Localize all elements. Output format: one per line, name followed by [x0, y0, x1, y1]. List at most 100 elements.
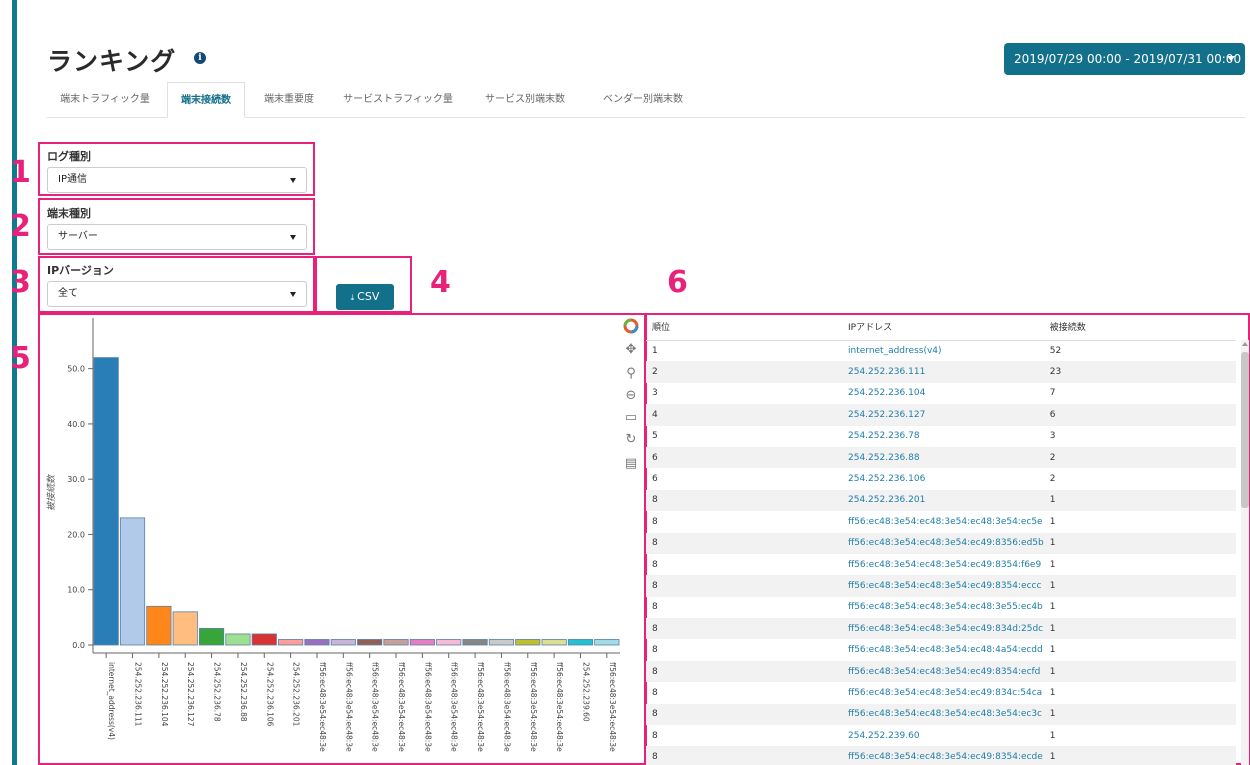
download-icon: ⤓: [350, 293, 355, 302]
table-row[interactable]: 8 ff56:ec48:3e54:ec48:3e54:ec48:3e54:ec3c…: [646, 703, 1236, 726]
tab-service-device-count[interactable]: サービス別端末数: [469, 82, 581, 118]
ip-cell[interactable]: 254.252.236.106: [842, 468, 1044, 489]
wheel-zoom-icon[interactable]: ⊖: [623, 388, 639, 404]
zoom-icon[interactable]: ⚲: [623, 366, 639, 382]
ip-cell[interactable]: ff56:ec48:3e54:ec48:3e54:ec48:3e54:ec5e: [842, 511, 1044, 532]
table-row[interactable]: 8 ff56:ec48:3e54:ec48:3e54:ec48:4a54:ecdd…: [646, 639, 1236, 660]
bar: [146, 605, 172, 646]
table-row[interactable]: 6 254.252.236.106 2: [646, 468, 1236, 489]
ip-cell[interactable]: internet_address(v4): [842, 340, 1044, 361]
table-scrollbar-thumb[interactable]: [1241, 352, 1249, 508]
table-row[interactable]: 5 254.252.236.78 3: [646, 426, 1236, 447]
log-type-select[interactable]: IP通信: [47, 167, 307, 193]
table-row[interactable]: 8 ff56:ec48:3e54:ec48:3e54:ec49:834d:25dc…: [646, 618, 1236, 640]
bar-chart-svg: 0.0 10.0 20.0 30.0 40.0 50.0 被接続数 internet_addr…: [46, 318, 620, 752]
tab-device-connections[interactable]: 端末接続数: [167, 82, 245, 118]
rank-cell: 8: [646, 660, 842, 683]
table-row[interactable]: 8 ff56:ec48:3e54:ec48:3e54:ec49:8354:ecfd…: [646, 660, 1236, 683]
rank-cell: 8: [646, 746, 842, 765]
connections-cell: 6: [1043, 404, 1236, 426]
ip-cell[interactable]: 254.252.236.104: [842, 383, 1044, 404]
bar: [383, 639, 409, 646]
x-tick-label: 254.252.239.60: [581, 662, 590, 722]
ip-cell[interactable]: ff56:ec48:3e54:ec48:3e54:ec48:3e54:ec3c: [842, 703, 1044, 726]
column-header-rank[interactable]: 順位: [646, 313, 842, 341]
ranking-table-container[interactable]: 順位 IPアドレス 被接続数 1 internet_address(v4) 52 2 2…: [646, 313, 1249, 765]
ip-cell[interactable]: 254.252.236.111: [842, 361, 1044, 383]
tab-device-importance[interactable]: 端末重要度: [249, 82, 329, 118]
table-row[interactable]: 8 ff56:ec48:3e54:ec48:3e54:ec49:8354:eccc…: [646, 575, 1236, 597]
x-tick-label: 254.252.236.104: [160, 662, 169, 727]
x-tick-label: ff56:ec48:3e54:ec48:3e: [608, 662, 617, 752]
table-row[interactable]: 8 ff56:ec48:3e54:ec48:3e54:ec48:3e55:ec4b…: [646, 597, 1236, 618]
csv-download-button[interactable]: ⤓ CSV: [336, 284, 394, 310]
page-title: ランキング: [47, 47, 177, 76]
table-row[interactable]: 8 ff56:ec48:3e54:ec48:3e54:ec48:3e54:ec5e…: [646, 511, 1236, 532]
tab-vendor-device-count[interactable]: ベンダー別端末数: [587, 82, 699, 118]
x-tick-label: 254.252.236.78: [213, 662, 222, 722]
ip-cell[interactable]: ff56:ec48:3e54:ec48:3e54:ec49:8356:ed5b: [842, 532, 1044, 554]
bar: [330, 639, 356, 646]
table-row[interactable]: 1 internet_address(v4) 52: [646, 340, 1236, 361]
y-tick-label: 20.0: [67, 530, 85, 539]
ip-cell[interactable]: ff56:ec48:3e54:ec48:3e54:ec48:4a54:ecdd: [842, 639, 1044, 660]
bar: [515, 639, 541, 646]
table-row[interactable]: 8 ff56:ec48:3e54:ec48:3e54:ec49:834c:54ca…: [646, 682, 1236, 703]
table-row[interactable]: 3 254.252.236.104 7: [646, 383, 1236, 404]
ip-version-select[interactable]: 全て: [47, 281, 307, 307]
ip-cell[interactable]: 254.252.236.127: [842, 404, 1044, 426]
ip-version-label: IPバージョン: [47, 264, 114, 277]
column-header-ip[interactable]: IPアドレス: [842, 313, 1044, 341]
rank-cell: 6: [652, 474, 658, 485]
connections-cell: 2: [1043, 446, 1236, 469]
table-row[interactable]: 4 254.252.236.127 6: [646, 404, 1236, 426]
ip-cell[interactable]: ff56:ec48:3e54:ec48:3e54:ec49:8354:eccc: [842, 575, 1044, 597]
column-header-connections[interactable]: 被接続数: [1043, 313, 1236, 341]
box-zoom-icon[interactable]: ▭: [623, 410, 639, 426]
ip-cell[interactable]: 254.252.239.60: [842, 725, 1044, 746]
date-range-picker[interactable]: 2019/07/29 00:00 - 2019/07/31 00:00: [1004, 43, 1245, 75]
tab-service-traffic[interactable]: サービストラフィック量: [333, 82, 463, 118]
table-row[interactable]: 8 254.252.236.201 1: [646, 489, 1236, 512]
connections-cell: 23: [1043, 361, 1236, 383]
x-tick-label: ff56:ec48:3e54:ec48:3e: [318, 662, 327, 752]
ip-cell[interactable]: ff56:ec48:3e54:ec48:3e54:ec49:8354:ecfd: [842, 660, 1044, 683]
reset-icon[interactable]: ↻: [623, 432, 639, 448]
table-row[interactable]: 8 ff56:ec48:3e54:ec48:3e54:ec49:8356:ed5b…: [646, 532, 1236, 554]
device-type-select[interactable]: サーバー: [47, 224, 307, 250]
device-type-label: 端末種別: [47, 207, 91, 220]
y-tick-label: 10.0: [67, 586, 85, 595]
log-type-value: IP通信: [58, 174, 87, 185]
ip-cell[interactable]: ff56:ec48:3e54:ec48:3e54:ec49:834d:25dc: [842, 618, 1044, 640]
ip-cell[interactable]: 254.252.236.201: [842, 489, 1044, 512]
ip-cell[interactable]: 254.252.236.78: [842, 426, 1044, 447]
bar: [119, 517, 146, 646]
info-icon[interactable]: i: [194, 52, 206, 64]
ip-cell[interactable]: ff56:ec48:3e54:ec48:3e54:ec48:3e55:ec4b: [842, 597, 1044, 618]
ip-cell[interactable]: ff56:ec48:3e54:ec48:3e54:ec49:8354:f6e9: [842, 554, 1044, 575]
ip-cell[interactable]: ff56:ec48:3e54:ec48:3e54:ec49:8354:ecde: [842, 746, 1044, 765]
scroll-up-icon[interactable]: [1242, 342, 1248, 346]
rank-cell: 2: [646, 361, 842, 383]
rank-cell: 8: [646, 532, 842, 554]
ip-cell[interactable]: ff56:ec48:3e54:ec48:3e54:ec49:834c:54ca: [842, 682, 1044, 703]
bar-chart[interactable]: 0.0 10.0 20.0 30.0 40.0 50.0 被接続数 internet_addr…: [40, 313, 644, 765]
ranking-table: 順位 IPアドレス 被接続数 1 internet_address(v4) 52 2 2…: [646, 313, 1236, 765]
rank-cell: 3: [652, 388, 658, 399]
ip-cell[interactable]: 254.252.236.88: [842, 446, 1044, 469]
rank-cell: 5: [652, 431, 658, 442]
table-row[interactable]: 6 254.252.236.88 2: [646, 446, 1236, 469]
table-row[interactable]: 8 ff56:ec48:3e54:ec48:3e54:ec49:8354:f6e9…: [646, 554, 1236, 575]
table-header-row: 順位 IPアドレス 被接続数: [646, 313, 1236, 341]
table-row[interactable]: 2 254.252.236.111 23: [646, 361, 1236, 383]
bokeh-logo-icon[interactable]: [623, 318, 639, 334]
table-row[interactable]: 8 ff56:ec48:3e54:ec48:3e54:ec49:8354:ecde…: [646, 746, 1236, 765]
tab-device-traffic[interactable]: 端末トラフィック量: [47, 82, 163, 118]
connections-cell: 2: [1049, 474, 1056, 485]
hover-icon[interactable]: ▤: [623, 456, 639, 472]
x-tick-label: ff56:ec48:3e54:ec48:3e: [344, 662, 353, 752]
ip-version-value: 全て: [58, 288, 78, 299]
table-row[interactable]: 8 254.252.239.60 1: [646, 725, 1236, 746]
pan-icon[interactable]: ✥: [623, 342, 639, 358]
bar: [436, 639, 462, 646]
